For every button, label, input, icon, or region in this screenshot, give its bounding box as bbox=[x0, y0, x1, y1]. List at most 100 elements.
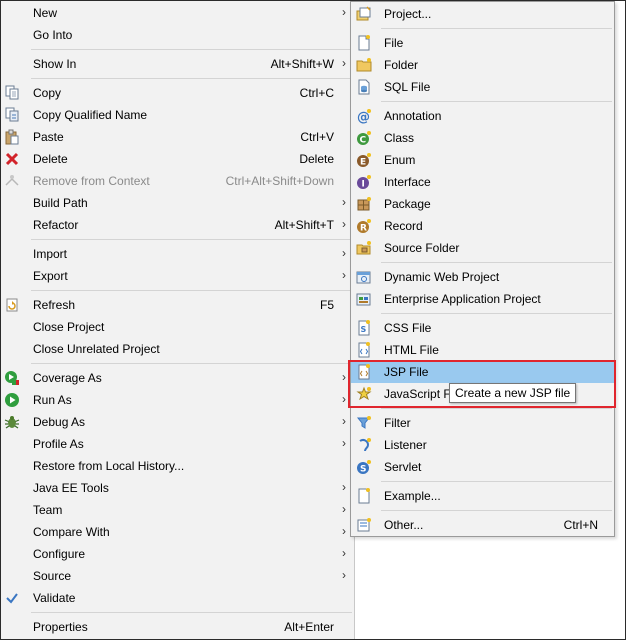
menu-item-properties[interactable]: Properties Alt+Enter bbox=[1, 616, 354, 638]
menu-item-label: Paste bbox=[33, 130, 64, 144]
submenu-item-project[interactable]: Project... bbox=[351, 3, 614, 25]
record-icon: R bbox=[356, 218, 372, 234]
menu-item-paste[interactable]: Paste Ctrl+V bbox=[1, 126, 354, 148]
submenu-item-enum[interactable]: E Enum bbox=[351, 149, 614, 171]
submenu-item-label: Annotation bbox=[384, 109, 442, 123]
html-file-icon bbox=[356, 342, 372, 358]
menu-item-validate[interactable]: Validate bbox=[1, 587, 354, 609]
context-menu: New › Go Into Show In Alt+Shift+W › Copy… bbox=[1, 1, 355, 639]
menu-item-label: Team bbox=[33, 503, 63, 517]
menu-item-label: New bbox=[33, 6, 58, 20]
menu-item-close-project[interactable]: Close Project bbox=[1, 316, 354, 338]
submenu-item-label: Project... bbox=[384, 7, 432, 21]
submenu-item-sql-file[interactable]: SQL File bbox=[351, 76, 614, 98]
svg-text:S: S bbox=[361, 325, 367, 334]
submenu-arrow-icon: › bbox=[342, 502, 346, 516]
submenu-arrow-icon: › bbox=[342, 568, 346, 582]
menu-item-source[interactable]: Source › bbox=[1, 565, 354, 587]
menu-item-java-ee-tools[interactable]: Java EE Tools › bbox=[1, 477, 354, 499]
submenu-arrow-icon: › bbox=[342, 246, 346, 260]
debug-icon bbox=[4, 414, 20, 430]
menu-item-coverage-as[interactable]: Coverage As › bbox=[1, 367, 354, 389]
submenu-item-enterprise-app-project[interactable]: Enterprise Application Project bbox=[351, 288, 614, 310]
copy-qualified-icon bbox=[4, 107, 20, 123]
file-icon bbox=[356, 35, 372, 51]
menu-separator bbox=[381, 101, 612, 102]
menu-item-run-as[interactable]: Run As › bbox=[1, 389, 354, 411]
checkmark-icon bbox=[4, 590, 20, 606]
submenu-arrow-icon: › bbox=[342, 546, 346, 560]
submenu-item-label: HTML File bbox=[384, 343, 439, 357]
submenu-item-jsp-file[interactable]: JSP File bbox=[351, 361, 614, 383]
interface-icon: I bbox=[356, 174, 372, 190]
menu-item-new[interactable]: New › bbox=[1, 2, 354, 24]
menu-item-shortcut: F5 bbox=[319, 298, 334, 312]
jsp-file-tooltip: Create a new JSP file bbox=[449, 383, 577, 403]
submenu-item-file[interactable]: File bbox=[351, 32, 614, 54]
submenu-item-servlet[interactable]: S Servlet bbox=[351, 456, 614, 478]
submenu-item-record[interactable]: R Record bbox=[351, 215, 614, 237]
menu-item-profile-as[interactable]: Profile As › bbox=[1, 433, 354, 455]
submenu-arrow-icon: › bbox=[342, 56, 346, 70]
menu-item-label: Profile As bbox=[33, 437, 84, 451]
menu-item-shortcut: Ctrl+C bbox=[299, 86, 334, 100]
menu-item-export[interactable]: Export › bbox=[1, 265, 354, 287]
submenu-item-other[interactable]: Other... Ctrl+N bbox=[351, 514, 614, 536]
submenu-item-css-file[interactable]: S CSS File bbox=[351, 317, 614, 339]
submenu-item-source-folder[interactable]: Source Folder bbox=[351, 237, 614, 259]
menu-item-team[interactable]: Team › bbox=[1, 499, 354, 521]
menu-item-copy-qualified-name[interactable]: Copy Qualified Name bbox=[1, 104, 354, 126]
menu-item-build-path[interactable]: Build Path › bbox=[1, 192, 354, 214]
svg-text:R: R bbox=[360, 224, 367, 234]
menu-item-show-in[interactable]: Show In Alt+Shift+W › bbox=[1, 53, 354, 75]
menu-separator bbox=[381, 481, 612, 482]
menu-item-restore-local-history[interactable]: Restore from Local History... bbox=[1, 455, 354, 477]
menu-separator bbox=[381, 408, 612, 409]
menu-item-refresh[interactable]: Refresh F5 bbox=[1, 294, 354, 316]
menu-item-remove-from-context: Remove from Context Ctrl+Alt+Shift+Down bbox=[1, 170, 354, 192]
submenu-item-dynamic-web-project[interactable]: Dynamic Web Project bbox=[351, 266, 614, 288]
menu-item-refactor[interactable]: Refactor Alt+Shift+T › bbox=[1, 214, 354, 236]
menu-item-debug-as[interactable]: Debug As › bbox=[1, 411, 354, 433]
menu-separator bbox=[31, 78, 352, 79]
annotation-icon: @ bbox=[356, 108, 372, 124]
menu-item-label: Close Project bbox=[33, 320, 105, 334]
submenu-item-class[interactable]: C Class bbox=[351, 127, 614, 149]
submenu-item-label: Interface bbox=[384, 175, 431, 189]
enterprise-project-icon bbox=[356, 291, 372, 307]
menu-item-import[interactable]: Import › bbox=[1, 243, 354, 265]
remove-context-icon bbox=[4, 173, 20, 189]
menu-item-go-into[interactable]: Go Into bbox=[1, 24, 354, 46]
menu-item-compare-with[interactable]: Compare With › bbox=[1, 521, 354, 543]
submenu-item-label: File bbox=[384, 36, 404, 50]
menu-separator bbox=[381, 313, 612, 314]
listener-icon bbox=[356, 437, 372, 453]
menu-item-label: Configure bbox=[33, 547, 86, 561]
submenu-item-package[interactable]: Package bbox=[351, 193, 614, 215]
menu-item-shortcut: Alt+Shift+T bbox=[274, 218, 334, 232]
menu-item-delete[interactable]: Delete Delete bbox=[1, 148, 354, 170]
menu-item-label: Export bbox=[33, 269, 68, 283]
submenu-item-html-file[interactable]: HTML File bbox=[351, 339, 614, 361]
submenu-arrow-icon: › bbox=[342, 524, 346, 538]
menu-item-label: Debug As bbox=[33, 415, 86, 429]
submenu-arrow-icon: › bbox=[342, 195, 346, 209]
example-icon bbox=[356, 488, 372, 504]
menu-item-configure[interactable]: Configure › bbox=[1, 543, 354, 565]
menu-item-label: Delete bbox=[33, 152, 68, 166]
menu-item-copy[interactable]: Copy Ctrl+C bbox=[1, 82, 354, 104]
submenu-item-label: Class bbox=[384, 131, 415, 145]
menu-item-label: Properties bbox=[33, 620, 88, 634]
submenu-item-annotation[interactable]: @ Annotation bbox=[351, 105, 614, 127]
class-icon: C bbox=[356, 130, 372, 146]
submenu-item-example[interactable]: Example... bbox=[351, 485, 614, 507]
copy-icon bbox=[4, 85, 20, 101]
new-submenu: Project... File Folder SQL File @ Annota… bbox=[350, 1, 615, 537]
submenu-item-folder[interactable]: Folder bbox=[351, 54, 614, 76]
svg-text:C: C bbox=[360, 136, 367, 146]
menu-item-shortcut: Ctrl+Alt+Shift+Down bbox=[225, 174, 334, 188]
submenu-item-interface[interactable]: I Interface bbox=[351, 171, 614, 193]
submenu-item-listener[interactable]: Listener bbox=[351, 434, 614, 456]
menu-item-close-unrelated-project[interactable]: Close Unrelated Project bbox=[1, 338, 354, 360]
submenu-item-filter[interactable]: Filter bbox=[351, 412, 614, 434]
